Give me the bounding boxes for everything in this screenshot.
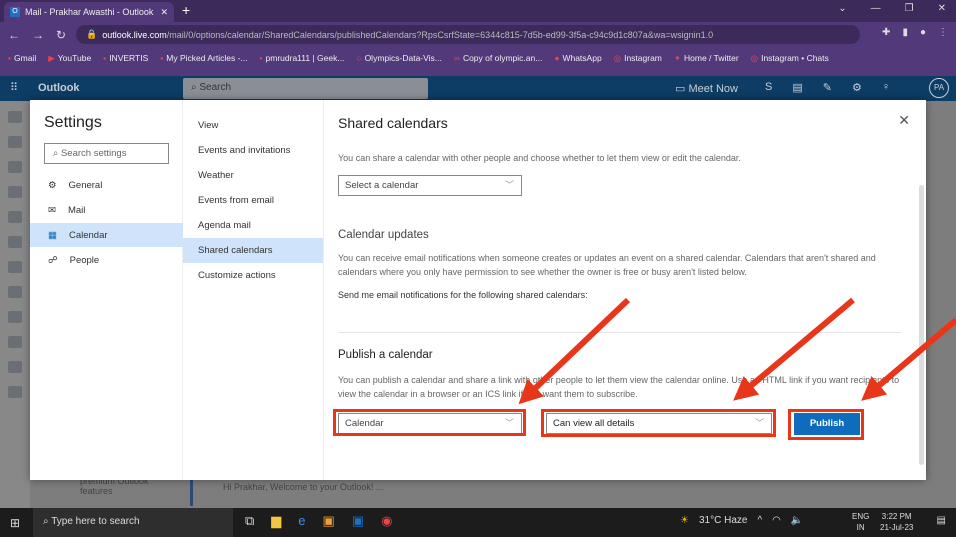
avatar[interactable]: PA xyxy=(929,78,949,98)
bookmark[interactable]: ▪ pmrudra111 | Geek... xyxy=(260,53,345,63)
clock[interactable]: 3:22 PM 21-Jul-23 xyxy=(880,511,913,533)
share-text: You can share a calendar with other peop… xyxy=(338,153,741,163)
close-icon[interactable]: ✕ xyxy=(898,112,910,129)
subnav-view[interactable]: View xyxy=(183,113,323,138)
browser-tab-bar: O Mail - Prakhar Awasthi - Outlook ✕ + ⌄ — ❐… xyxy=(0,0,956,22)
bookmark[interactable]: ◎ Instagram • Chats xyxy=(751,53,829,64)
mail-preview: Hi Prakhar, Welcome to your Outlook! ... xyxy=(190,476,435,506)
wifi-icon[interactable]: ◠ xyxy=(772,515,781,526)
profile-icon[interactable]: ● xyxy=(920,27,926,38)
nav-mail[interactable]: ✉ Mail xyxy=(30,198,183,222)
extensions-icon[interactable]: ✚ xyxy=(882,27,890,38)
bookmark[interactable]: ▪ Gmail xyxy=(8,53,36,63)
app-rail xyxy=(0,101,30,508)
people-icon: ☍ xyxy=(48,254,58,266)
chrome-icon[interactable]: ◉ xyxy=(381,513,392,529)
subnav-weather[interactable]: Weather xyxy=(183,163,323,188)
url-path: /mail/0/options/calendar/SharedCalendars… xyxy=(166,29,714,40)
bookmarks-bar: ▪ Gmail ▶ YouTube ▪ INVERTIS ▪ My Picked Art… xyxy=(0,47,956,69)
app-launcher-icon[interactable]: ⠿ xyxy=(10,81,18,94)
browser-tab[interactable]: O Mail - Prakhar Awasthi - Outlook ✕ xyxy=(4,2,174,22)
windows-taskbar: ⊞ ⌕ Type here to search ⧉ ▆ e ▣ ▣ ◉ ☀ 31°C Haz… xyxy=(0,508,956,537)
bookmark[interactable]: ▪ INVERTIS xyxy=(103,53,148,63)
gear-icon[interactable]: ⚙ xyxy=(852,81,862,94)
bookmark[interactable]: ∞ Copy of olympic.an... xyxy=(454,53,542,63)
menu-icon[interactable]: ⋮ xyxy=(938,27,948,38)
settings-nav: Settings ⌕ Search settings ⚙ General ✉ Mai… xyxy=(30,100,183,480)
bookmark[interactable]: ✦ Home / Twitter xyxy=(674,53,739,64)
task-view-icon[interactable]: ⧉ xyxy=(245,513,254,529)
updates-heading: Calendar updates xyxy=(338,229,429,241)
mail-icon: ✉ xyxy=(48,204,56,216)
bookmark[interactable]: ○ Olympics-Data-Vis... xyxy=(356,53,441,63)
subnav-shared-calendars[interactable]: Shared calendars xyxy=(183,238,323,263)
subnav-events[interactable]: Events and invitations xyxy=(183,138,323,163)
volume-icon[interactable]: 🔈 xyxy=(791,515,803,526)
lock-icon: 🔒 xyxy=(86,29,98,39)
file-explorer-icon[interactable]: ▆ xyxy=(271,513,281,529)
tab-title: Mail - Prakhar Awasthi - Outlook xyxy=(25,7,154,17)
settings-title: Settings xyxy=(44,114,102,131)
weather-text[interactable]: 31°C Haze xyxy=(699,515,747,526)
edge-icon[interactable]: e xyxy=(298,513,305,529)
restore-icon[interactable]: ❐ xyxy=(905,3,914,14)
media-icon[interactable]: ▣ xyxy=(323,513,335,529)
skype-icon[interactable]: S xyxy=(765,81,772,94)
subnav-customize[interactable]: Customize actions xyxy=(183,263,323,288)
notifications-icon[interactable]: ▤ xyxy=(937,515,946,526)
windows-start-icon[interactable]: ⊞ xyxy=(10,516,20,530)
bookmark[interactable]: ▶ YouTube xyxy=(48,53,91,64)
forward-icon[interactable]: → xyxy=(32,28,44,42)
feedback-icon[interactable]: ✎ xyxy=(823,81,832,94)
chevron-down-icon: ﹀ xyxy=(504,180,514,190)
language-indicator[interactable]: ENG IN xyxy=(852,511,869,533)
meet-now-button[interactable]: ▭ Meet Now xyxy=(675,82,738,95)
calendar-icon: ▦ xyxy=(48,229,57,241)
outlook-favicon-icon: O xyxy=(10,7,20,17)
new-tab-button[interactable]: + xyxy=(182,2,190,18)
publish-text: You can publish a calendar and share a l… xyxy=(338,375,900,399)
scrollbar[interactable] xyxy=(919,185,924,465)
reload-icon[interactable]: ↻ xyxy=(56,28,66,42)
close-window-icon[interactable]: ✕ xyxy=(938,3,946,14)
back-icon[interactable]: ← xyxy=(8,28,20,42)
outlook-brand[interactable]: Outlook xyxy=(38,82,80,94)
annotation-box xyxy=(788,409,864,440)
gear-icon: ⚙ xyxy=(48,179,57,191)
calendar-subnav: View Events and invitations Weather Even… xyxy=(183,100,324,480)
minimize-icon[interactable]: — xyxy=(871,3,881,14)
outlook-app-icon[interactable]: ▣ xyxy=(352,513,364,529)
updates-text: You can receive email notifications when… xyxy=(338,253,876,277)
outlook-header: ⠿ Outlook ⌕ Search ▭ Meet Now S ▤ ✎ ⚙ ♀ PA xyxy=(0,76,956,101)
tray-chevron-icon[interactable]: ^ xyxy=(757,515,762,526)
close-tab-icon[interactable]: ✕ xyxy=(160,7,168,18)
sidepanel-icon[interactable]: ▮ xyxy=(902,27,908,38)
share-calendar-select[interactable]: Select a calendar ﹀ xyxy=(338,175,522,196)
settings-search-input[interactable]: ⌕ Search settings xyxy=(44,143,169,164)
url-host: outlook.live.com xyxy=(102,29,167,40)
bookmark[interactable]: ● WhatsApp xyxy=(554,53,601,63)
bookmark[interactable]: ◎ Instagram xyxy=(614,53,662,64)
bookmark[interactable]: ▪ My Picked Articles -... xyxy=(160,53,247,63)
nav-people[interactable]: ☍ People xyxy=(30,248,183,272)
word-icon[interactable]: ▤ xyxy=(792,81,802,94)
panel-title: Shared calendars xyxy=(338,115,448,131)
notify-text: Send me email notifications for the foll… xyxy=(338,290,588,300)
divider xyxy=(338,332,901,333)
tips-icon[interactable]: ♀ xyxy=(882,81,890,94)
weather-icon: ☀ xyxy=(680,515,689,526)
nav-calendar[interactable]: ▦ Calendar xyxy=(30,223,183,247)
publish-heading: Publish a calendar xyxy=(338,349,433,361)
address-bar-row: ← → ↻ 🔒 outlook.live.com/mail/0/options/cal… xyxy=(0,22,956,47)
annotation-box xyxy=(541,409,776,437)
outlook-search-input[interactable]: ⌕ Search xyxy=(183,78,428,99)
url-field[interactable]: 🔒 outlook.live.com/mail/0/options/calenda… xyxy=(76,25,860,44)
annotation-box xyxy=(333,409,526,436)
taskbar-search-input[interactable]: ⌕ Type here to search xyxy=(33,508,233,537)
subnav-agenda[interactable]: Agenda mail xyxy=(183,213,323,238)
subnav-events-email[interactable]: Events from email xyxy=(183,188,323,213)
nav-general[interactable]: ⚙ General xyxy=(30,173,183,197)
tab-search-icon[interactable]: ⌄ xyxy=(838,3,846,14)
